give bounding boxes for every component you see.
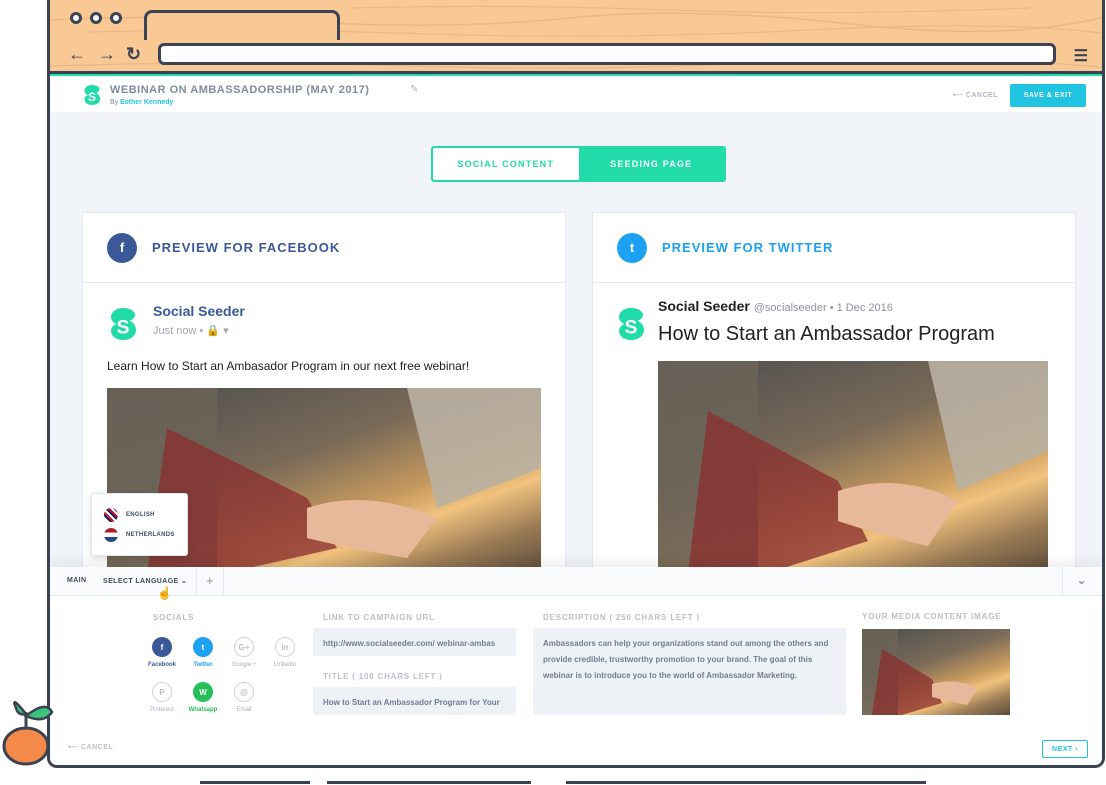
twitter-preview-header: t PREVIEW FOR TWITTER — [593, 213, 1075, 283]
link-label: LINK TO CAMPAIGN URL — [323, 613, 435, 622]
description-textarea[interactable]: Ambassadors can help your organizations … — [533, 628, 846, 715]
socials-label: SOCIALS — [153, 613, 195, 622]
svg-text:S: S — [88, 90, 96, 104]
uk-flag-icon — [104, 508, 118, 522]
browser-window: ← → ↻ ☰ S WEBINAR ON AMBASSADORSHIP (MAY… — [47, 0, 1105, 768]
window-dot-minimize[interactable] — [90, 12, 102, 24]
social-toggle-linkedin[interactable]: in Linkedin — [265, 637, 305, 668]
language-option-netherlands[interactable]: NETHERLANDS — [104, 528, 175, 542]
window-dot-close[interactable] — [70, 12, 82, 24]
tab-separator — [223, 567, 224, 596]
address-bar[interactable] — [158, 43, 1056, 65]
media-image-label: YOUR MEDIA CONTENT IMAGE — [862, 612, 1002, 621]
title-label: TITLE ( 100 CHARS LEFT ) — [323, 672, 443, 681]
facebook-post-text: Learn How to Start an Ambasador Program … — [107, 359, 470, 373]
description-label: DESCRIPTION ( 250 CHARS LEFT ) — [543, 613, 700, 622]
social-toggle-facebook[interactable]: f Facebook — [142, 637, 182, 668]
facebook-icon: f — [152, 637, 172, 657]
netherlands-flag-icon — [104, 528, 118, 542]
email-icon: @ — [234, 682, 254, 702]
language-option-english[interactable]: ENGLISH — [104, 508, 155, 522]
twitter-post-headline: How to Start an Ambassador Program — [658, 323, 995, 345]
back-arrow-icon[interactable]: ← — [68, 44, 86, 65]
tab-separator — [1062, 567, 1063, 596]
twitter-post-image — [658, 361, 1048, 573]
twitter-preview-card: t PREVIEW FOR TWITTER S Social Seeder @s… — [592, 212, 1076, 573]
title-input[interactable]: How to Start an Ambassador Program for Y… — [313, 687, 516, 715]
select-language-dropdown[interactable]: SELECT LANGUAGE ⌄ — [103, 577, 187, 585]
campaign-author-line: By Esther Kennedy — [110, 99, 174, 106]
seedling-mascot-icon — [2, 701, 54, 766]
edit-pencil-icon[interactable]: ✎ — [410, 84, 418, 95]
svg-text:S: S — [117, 318, 130, 339]
add-language-button[interactable]: + — [206, 573, 214, 588]
panel-tabs: MAIN SELECT LANGUAGE ⌄ + ⌄ — [50, 567, 1102, 596]
tab-separator — [196, 567, 197, 596]
holding-hands-thumbnail — [862, 629, 977, 715]
cancel-link[interactable]: ⟵ CANCEL — [953, 91, 998, 99]
facebook-preview-heading: PREVIEW FOR FACEBOOK — [152, 240, 341, 255]
twitter-avatar-logo-icon: S — [619, 308, 644, 340]
language-menu: ENGLISH NETHERLANDS — [91, 493, 188, 556]
social-seeder-logo-icon: S — [84, 85, 101, 105]
hamburger-menu-icon[interactable]: ☰ — [1074, 46, 1088, 66]
save-exit-button[interactable]: SAVE & EXIT — [1010, 84, 1086, 107]
facebook-avatar-logo-icon: S — [111, 308, 136, 340]
tab-social-content[interactable]: SOCIAL CONTENT — [433, 148, 579, 180]
window-dot-maximize[interactable] — [110, 12, 122, 24]
content-mode-toggle: SOCIAL CONTENT SEEDING PAGE — [431, 146, 726, 182]
panel-cancel-link[interactable]: ⟵ CANCEL — [68, 743, 113, 751]
social-toggle-whatsapp[interactable]: W Whatsapp — [183, 682, 223, 713]
facebook-preview-header: f PREVIEW FOR FACEBOOK — [83, 213, 565, 283]
social-toggle-twitter[interactable]: t Twitter — [183, 637, 223, 668]
twitter-handle-date: @socialseeder • 1 Dec 2016 — [753, 302, 893, 314]
reload-icon[interactable]: ↻ — [126, 44, 141, 65]
author-name[interactable]: Esther Kennedy — [120, 99, 173, 106]
decor-line — [200, 781, 310, 784]
forward-arrow-icon[interactable]: → — [98, 44, 116, 65]
collapse-chevron-icon[interactable]: ⌄ — [1077, 574, 1087, 587]
facebook-post-author[interactable]: Social Seeder — [153, 303, 245, 319]
twitter-post-author: Social Seeder @socialseeder • 1 Dec 2016 — [658, 298, 893, 314]
campaign-title: WEBINAR ON AMBASSADORSHIP (MAY 2017) — [110, 84, 370, 96]
campaign-url-input[interactable]: http://www.socialseeder.com/ webinar-amb… — [313, 628, 516, 656]
twitter-preview-heading: PREVIEW FOR TWITTER — [662, 240, 834, 255]
campaign-header: S WEBINAR ON AMBASSADORSHIP (MAY 2017) B… — [50, 74, 1102, 112]
twitter-icon: t — [193, 637, 213, 657]
browser-chrome: ← → ↻ ☰ — [50, 0, 1102, 74]
facebook-post-time: Just now • 🔒 ▾ — [153, 325, 229, 337]
decor-line — [566, 781, 926, 784]
social-toggle-pinterest[interactable]: P Pinterest — [142, 682, 182, 713]
social-toggle-google-plus[interactable]: G+ Google + — [224, 637, 264, 668]
social-toggle-email[interactable]: @ Email — [224, 682, 264, 713]
pinterest-icon: P — [152, 682, 172, 702]
tab-seeding-page[interactable]: SEEDING PAGE — [578, 148, 724, 180]
hand-cursor-icon: ☝ — [157, 586, 172, 600]
holding-hands-photo — [658, 361, 1048, 573]
twitter-icon: t — [617, 232, 647, 263]
whatsapp-icon: W — [193, 682, 213, 702]
browser-tab[interactable] — [144, 10, 340, 40]
google-plus-icon: G+ — [234, 637, 254, 657]
svg-text:S: S — [625, 318, 638, 339]
decor-line — [327, 781, 531, 784]
next-button[interactable]: NEXT › — [1042, 740, 1088, 758]
facebook-icon: f — [107, 232, 137, 263]
linkedin-icon: in — [275, 637, 295, 657]
post-editor-panel: MAIN SELECT LANGUAGE ⌄ + ⌄ SOCIALS f Face… — [50, 567, 1102, 765]
tab-main[interactable]: MAIN — [67, 577, 87, 584]
media-content-image[interactable] — [862, 629, 1010, 715]
